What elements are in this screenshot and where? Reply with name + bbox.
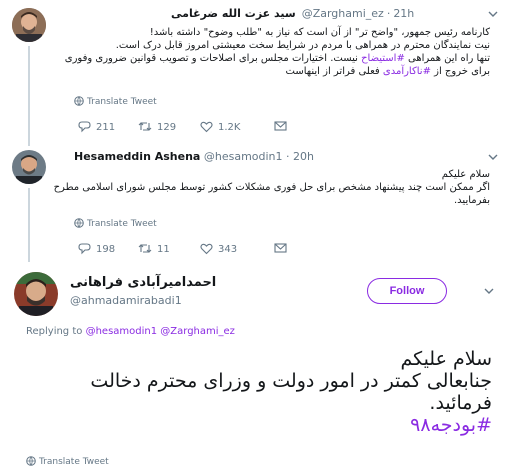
reply-button[interactable]: 198 [78, 242, 115, 255]
like-icon [200, 121, 213, 133]
chevron-down-icon[interactable] [488, 152, 498, 162]
chevron-down-icon[interactable] [484, 286, 494, 296]
mention-link[interactable]: @hesamodin1 [86, 326, 158, 337]
user-name[interactable]: Hesameddin Ashena [74, 150, 200, 163]
follow-button[interactable]: Follow [367, 278, 447, 304]
avatar[interactable] [12, 8, 46, 42]
avatar[interactable] [12, 150, 46, 184]
globe-icon [74, 96, 84, 106]
tweet-actions: 211 129 1.2K [78, 120, 298, 134]
hashtag-link[interactable]: #استیضاح [361, 53, 405, 64]
reply-button[interactable]: 211 [78, 120, 115, 133]
reply-icon [78, 243, 91, 255]
retweet-icon [138, 244, 152, 253]
tweet-amirabadi: احمدامیرآبادی فراهانی @ahmadamirabadi1 F… [0, 262, 506, 474]
mention-link[interactable]: @Zarghami_ez [160, 326, 235, 337]
user-handle[interactable]: @hesamodin1 [204, 150, 283, 163]
tweet-ashena[interactable]: Hesameddin Ashena @hesamodin1 · 20h سلام… [0, 146, 506, 262]
translate-button[interactable]: Translate Tweet [74, 218, 157, 229]
reply-icon [78, 121, 91, 133]
replying-to: Replying to @hesamodin1 @Zarghami_ez [26, 326, 235, 337]
user-handle[interactable]: @Zarghami_ez [302, 7, 384, 20]
retweet-icon [138, 122, 152, 131]
tweet-header: Hesameddin Ashena @hesamodin1 · 20h [74, 150, 314, 163]
tweet-text: کارنامه رئیس جمهور، "واضح تر" از آن است … [64, 27, 490, 77]
user-handle[interactable]: @ahmadamirabadi1 [70, 294, 182, 307]
hashtag-link[interactable]: #بودجه۹۸ [22, 414, 492, 436]
thread-line [28, 46, 30, 146]
envelope-icon [274, 243, 287, 253]
translate-button[interactable]: Translate Tweet [26, 456, 109, 467]
tweet-header: 21h · @Zarghami_ez سید عزت الله ضرغامی [171, 7, 415, 20]
envelope-icon [274, 121, 287, 131]
message-button[interactable] [274, 242, 292, 254]
tweet-time[interactable]: 21h [393, 7, 414, 20]
hashtag-link[interactable]: #ناکارآمدی [383, 66, 431, 77]
like-button[interactable]: 343 [200, 242, 237, 255]
like-button[interactable]: 1.2K [200, 120, 240, 133]
thread-line [28, 188, 30, 262]
user-name[interactable]: سید عزت الله ضرغامی [171, 7, 296, 20]
like-icon [200, 243, 213, 255]
globe-icon [74, 218, 84, 228]
message-button[interactable] [274, 120, 292, 132]
retweet-button[interactable]: 129 [138, 120, 176, 133]
tweet-text: سلام علیکم جنابعالی کمتر در امور دولت و … [22, 348, 492, 436]
retweet-button[interactable]: 11 [138, 242, 170, 255]
tweet-text: سلام علیکم اگر ممکن است چند پیشنهاد مشخص… [53, 169, 490, 206]
avatar[interactable] [14, 272, 58, 316]
tweet-actions: 198 11 343 [78, 242, 298, 256]
chevron-down-icon[interactable] [488, 9, 498, 19]
globe-icon [26, 456, 36, 466]
tweet-time[interactable]: 20h [293, 150, 314, 163]
user-name[interactable]: احمدامیرآبادی فراهانی [70, 275, 216, 290]
tweet-zarghami[interactable]: 21h · @Zarghami_ez سید عزت الله ضرغامی ک… [0, 0, 506, 146]
translate-button[interactable]: Translate Tweet [74, 96, 157, 107]
